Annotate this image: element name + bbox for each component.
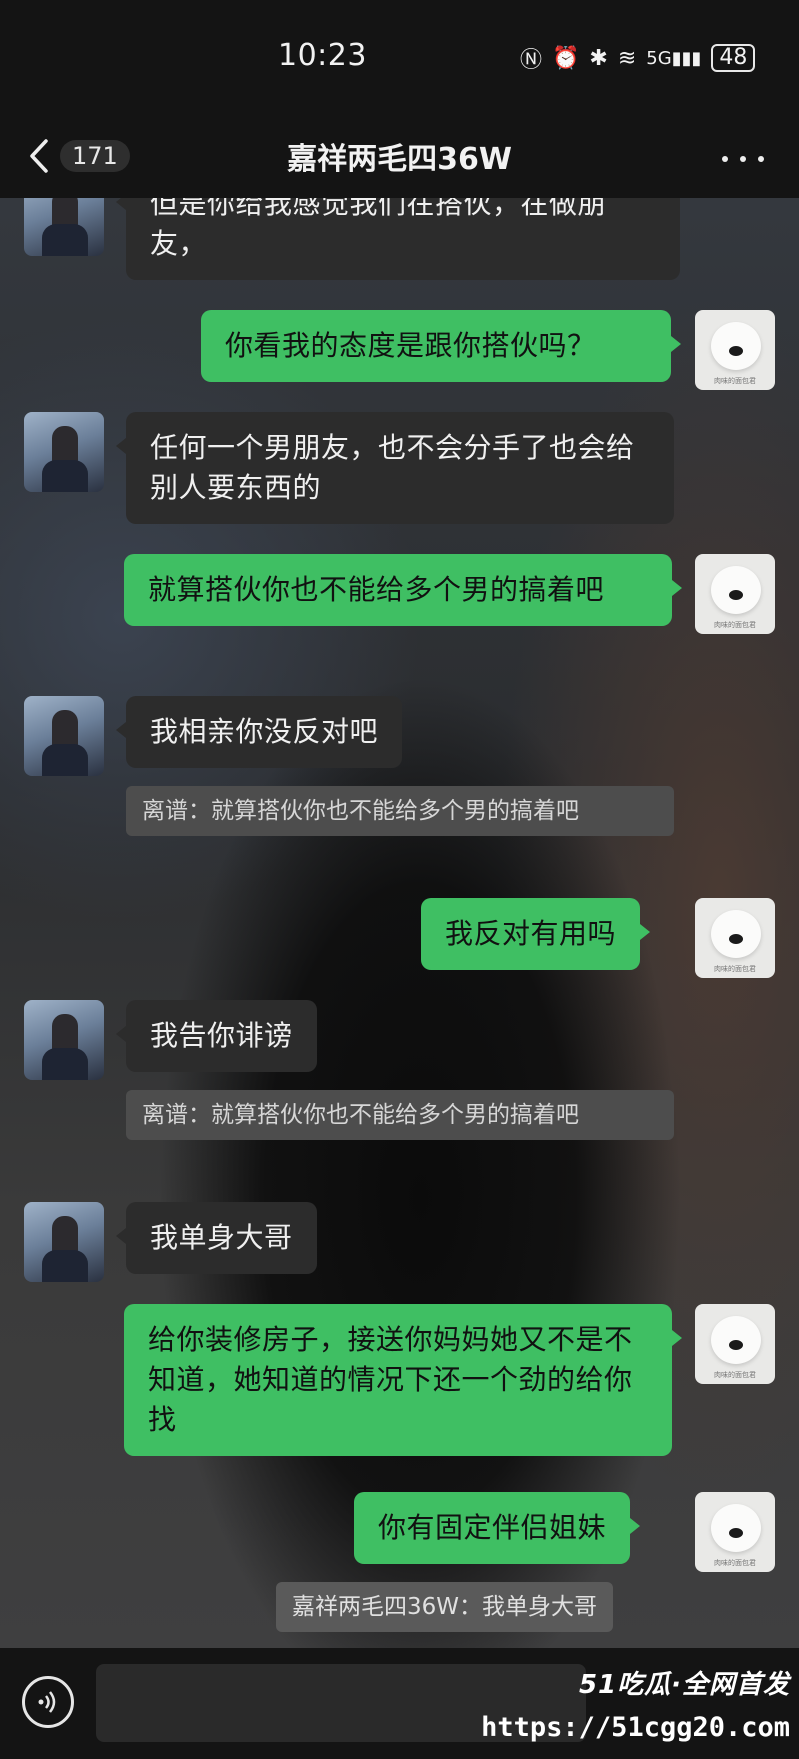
- message-bubble-incoming[interactable]: 我相亲你没反对吧: [115, 696, 403, 768]
- watermark-url: https://51cgg20.com: [481, 1712, 790, 1743]
- chat-header: 171 嘉祥两毛四36W: [0, 118, 799, 198]
- contact-avatar[interactable]: [24, 696, 104, 776]
- voice-input-button[interactable]: [22, 1676, 74, 1728]
- my-avatar[interactable]: 肉味的面包君: [695, 554, 775, 634]
- message-bubble-incoming[interactable]: 我单身大哥: [116, 1202, 317, 1274]
- message-bubble-incoming[interactable]: 任何一个男朋友，也不会分手了也会给别人要东西的: [116, 412, 674, 524]
- bluetooth-icon: ✱: [589, 45, 608, 71]
- status-bar: 10:23 Ⓝ ⏰ ✱ ≋ 5G▮▮▮ 48: [0, 0, 799, 118]
- message-bubble-outgoing[interactable]: 给你装修房子，接送你妈妈她又不是不知道，她知道的情况下还一个劲的给你找: [124, 1304, 682, 1456]
- signal-5g-icon: 5G▮▮▮: [646, 47, 702, 69]
- contact-avatar[interactable]: [24, 1202, 104, 1282]
- quoted-message[interactable]: 离谱：就算搭伙你也不能给多个男的搞着吧: [126, 786, 674, 836]
- battery-indicator: 48: [711, 44, 756, 72]
- status-icons: Ⓝ ⏰ ✱ ≋ 5G▮▮▮ 48: [520, 42, 756, 74]
- voice-icon: [38, 1691, 56, 1713]
- avatar-caption: 肉味的面包君: [714, 1559, 756, 1567]
- chat-title: 嘉祥两毛四36W: [287, 142, 512, 177]
- my-avatar[interactable]: 肉味的面包君: [695, 898, 775, 978]
- avatar-caption: 肉味的面包君: [714, 965, 756, 973]
- quoted-message[interactable]: 嘉祥两毛四36W：我单身大哥: [276, 1582, 614, 1632]
- contact-avatar[interactable]: [24, 1000, 104, 1080]
- my-avatar[interactable]: 肉味的面包君: [695, 310, 775, 390]
- alarm-icon: ⏰: [552, 45, 580, 71]
- message-bubble-incoming[interactable]: 我告你诽谤: [116, 1000, 317, 1072]
- message-bubble-outgoing[interactable]: 你有固定伴侣姐妹: [354, 1492, 641, 1564]
- nfc-icon: Ⓝ: [520, 48, 543, 73]
- contact-avatar[interactable]: [24, 198, 104, 256]
- quoted-message[interactable]: 离谱：就算搭伙你也不能给多个男的搞着吧: [126, 1090, 674, 1140]
- message-bubble-outgoing[interactable]: 就算搭伙你也不能给多个男的搞着吧: [124, 554, 682, 626]
- message-bubble-incoming[interactable]: 但是你给我感觉我们在搭伙，在做朋友，: [116, 198, 680, 280]
- watermark: 51吃瓜·全网首发 https://51cgg20.com: [481, 1664, 796, 1756]
- more-dot-icon: [722, 156, 728, 162]
- more-dot-icon: [740, 156, 746, 162]
- my-avatar[interactable]: 肉味的面包君: [695, 1492, 775, 1572]
- avatar-caption: 肉味的面包君: [714, 377, 756, 385]
- avatar-caption: 肉味的面包君: [714, 1371, 756, 1379]
- avatar-caption: 肉味的面包君: [714, 621, 756, 629]
- more-options-button[interactable]: [720, 138, 770, 178]
- my-avatar[interactable]: 肉味的面包君: [695, 1304, 775, 1384]
- contact-avatar[interactable]: [24, 412, 104, 492]
- more-dot-icon: [758, 156, 764, 162]
- message-bubble-outgoing[interactable]: 你看我的态度是跟你搭伙吗？: [201, 310, 681, 382]
- message-bubble-outgoing[interactable]: 我反对有用吗: [421, 898, 651, 970]
- chat-message-list[interactable]: 但是你给我感觉我们在搭伙，在做朋友， 你看我的态度是跟你搭伙吗？ 肉味的面包君 …: [0, 198, 799, 1648]
- status-time: 10:23: [278, 38, 367, 73]
- wifi-icon: ≋: [617, 45, 637, 71]
- watermark-brand: 51吃瓜·全网首发: [578, 1670, 790, 1700]
